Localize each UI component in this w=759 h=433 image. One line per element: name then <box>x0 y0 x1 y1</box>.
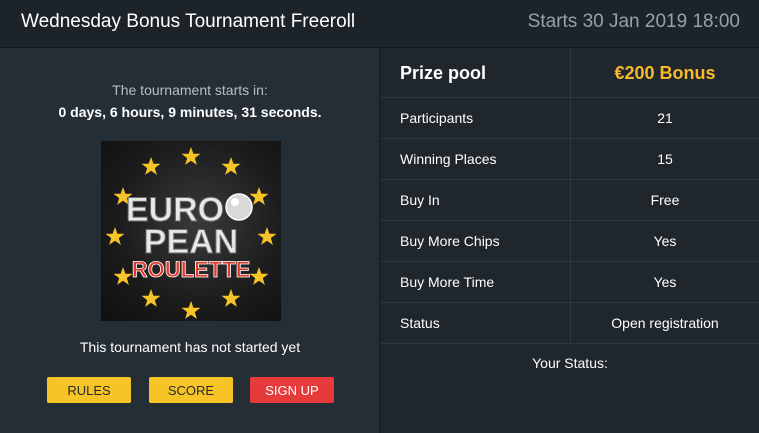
row-label: Buy In <box>400 192 440 208</box>
table-row: Participants 21 <box>381 98 759 139</box>
star-icon <box>181 301 201 319</box>
table-row: Winning Places 15 <box>381 139 759 180</box>
row-value: Yes <box>570 221 759 262</box>
row-label: Participants <box>400 110 474 126</box>
star-icon <box>221 289 241 307</box>
logo-line-3: ROULETTE <box>132 257 251 282</box>
logo-graphic: EURO PEAN ROULETTE <box>105 147 277 319</box>
star-icon <box>113 267 133 285</box>
row-label: Buy More Time <box>400 274 495 290</box>
table-row: Buy More Chips Yes <box>381 221 759 262</box>
row-label: Winning Places <box>400 151 497 167</box>
ball-highlight <box>231 198 239 206</box>
star-icon <box>221 157 241 175</box>
star-icon <box>141 289 161 307</box>
row-label: Buy More Chips <box>400 233 500 249</box>
tournament-header: Wednesday Bonus Tournament Freeroll Star… <box>0 0 759 48</box>
countdown-label: The tournament starts in: <box>112 82 268 98</box>
rules-button[interactable]: RULES <box>47 377 131 403</box>
your-status-label: Your Status: <box>532 355 608 371</box>
countdown-timer: 0 days, 6 hours, 9 minutes, 31 seconds. <box>58 104 322 120</box>
row-value: 15 <box>570 139 759 180</box>
star-icon <box>141 157 161 175</box>
start-time: Starts 30 Jan 2019 18:00 <box>527 11 740 32</box>
logo-line-2: PEAN <box>144 223 238 261</box>
table-row: Buy In Free <box>381 180 759 221</box>
prize-pool-row: Prize pool €200 Bonus <box>381 48 759 98</box>
prize-pool-value: €200 Bonus <box>570 48 759 98</box>
star-icon <box>181 147 201 165</box>
star-icon <box>257 227 277 245</box>
row-label: Status <box>400 315 440 331</box>
row-value: 21 <box>570 98 759 139</box>
score-button[interactable]: SCORE <box>149 377 233 403</box>
row-value: Open registration <box>570 303 759 344</box>
row-value: Yes <box>570 262 759 303</box>
row-value: Free <box>570 180 759 221</box>
sign-up-button[interactable]: SIGN UP <box>250 377 334 403</box>
table-row: Status Open registration <box>381 303 759 344</box>
tournament-details-table: Prize pool €200 Bonus Participants 21 Wi… <box>381 48 759 433</box>
star-icon <box>249 267 269 285</box>
european-roulette-logo: EURO PEAN ROULETTE <box>101 141 281 321</box>
star-icon <box>249 187 269 205</box>
table-row: Buy More Time Yes <box>381 262 759 303</box>
tournament-info-panel: The tournament starts in: 0 days, 6 hour… <box>0 48 380 433</box>
prize-pool-label: Prize pool <box>400 63 487 83</box>
tournament-status-text: This tournament has not started yet <box>79 339 301 355</box>
star-icon <box>105 227 125 245</box>
tournament-title: Wednesday Bonus Tournament Freeroll <box>21 11 356 32</box>
roulette-ball-icon <box>225 193 253 221</box>
